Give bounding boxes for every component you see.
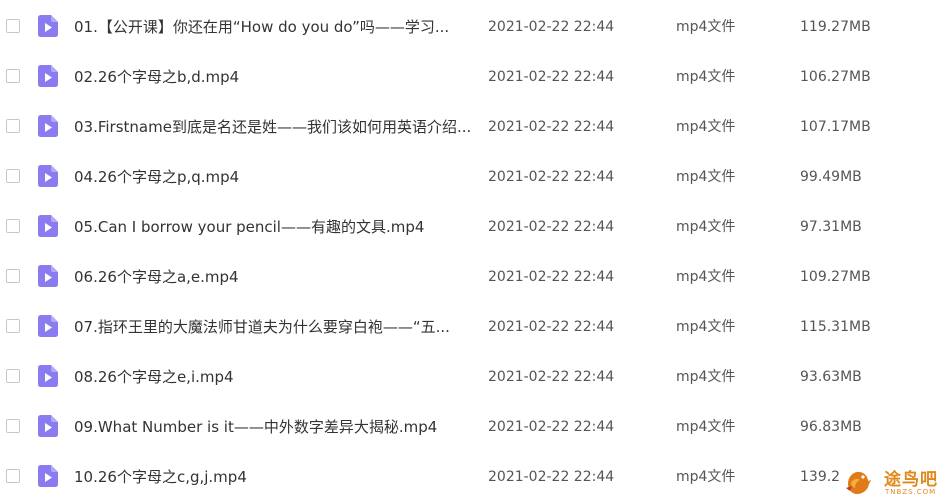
watermark-logo: 途鸟吧 TNBZS.COM [838, 462, 945, 503]
video-file-icon [38, 315, 58, 337]
file-name[interactable]: 09.What Number is it——中外数字差异大揭秘.mp4 [74, 417, 474, 437]
row-checkbox[interactable] [6, 19, 20, 33]
file-row[interactable]: 01.【公开课】你还在用“How do you do”吗——学习... 2021-… [0, 2, 945, 52]
file-type: mp4文件 [676, 119, 736, 135]
file-size: 99.49MB [800, 169, 862, 185]
row-checkbox[interactable] [6, 269, 20, 283]
file-type: mp4文件 [676, 69, 736, 85]
file-type: mp4文件 [676, 19, 736, 35]
file-date: 2021-02-22 22:44 [488, 469, 615, 485]
row-checkbox[interactable] [6, 219, 20, 233]
file-date: 2021-02-22 22:44 [488, 269, 615, 285]
file-type: mp4文件 [676, 369, 736, 385]
file-size: 97.31MB [800, 219, 862, 235]
row-checkbox[interactable] [6, 419, 20, 433]
row-checkbox[interactable] [6, 369, 20, 383]
video-file-icon [38, 15, 58, 37]
file-type: mp4文件 [676, 469, 736, 485]
file-date: 2021-02-22 22:44 [488, 169, 615, 185]
file-date: 2021-02-22 22:44 [488, 319, 615, 335]
video-file-icon [38, 365, 58, 387]
file-size: 93.63MB [800, 369, 862, 385]
bird-logo-icon [846, 471, 871, 494]
video-file-icon [38, 415, 58, 437]
video-file-icon [38, 465, 58, 487]
watermark-text: 途鸟吧 [884, 470, 938, 490]
file-name[interactable]: 10.26个字母之c,g,j.mp4 [74, 467, 474, 487]
file-name[interactable]: 01.【公开课】你还在用“How do you do”吗——学习... [74, 17, 474, 37]
file-size: 96.83MB [800, 419, 862, 435]
file-row[interactable]: 04.26个字母之p,q.mp4 2021-02-22 22:44 mp4文件 99.… [0, 152, 945, 202]
watermark-subtext: TNBZS.COM [885, 488, 937, 496]
file-type: mp4文件 [676, 419, 736, 435]
video-file-icon [38, 165, 58, 187]
row-checkbox[interactable] [6, 319, 20, 333]
file-size: 106.27MB [800, 69, 871, 85]
file-type: mp4文件 [676, 219, 736, 235]
file-date: 2021-02-22 22:44 [488, 419, 615, 435]
file-type: mp4文件 [676, 269, 736, 285]
video-file-icon [38, 265, 58, 287]
file-date: 2021-02-22 22:44 [488, 19, 615, 35]
file-size: 107.17MB [800, 119, 871, 135]
file-size: 115.31MB [800, 319, 871, 335]
file-name[interactable]: 08.26个字母之e,i.mp4 [74, 367, 474, 387]
file-name[interactable]: 05.Can I borrow your pencil——有趣的文具.mp4 [74, 217, 474, 237]
file-name[interactable]: 07.指环王里的大魔法师甘道夫为什么要穿白袍——“五... [74, 317, 474, 337]
file-name[interactable]: 03.Firstname到底是名还是姓——我们该如何用英语介绍... [74, 117, 474, 137]
file-list: 01.【公开课】你还在用“How do you do”吗——学习... 2021-… [0, 2, 945, 502]
file-size: 119.27MB [800, 19, 871, 35]
file-row[interactable]: 08.26个字母之e,i.mp4 2021-02-22 22:44 mp4文件 93.… [0, 352, 945, 402]
file-date: 2021-02-22 22:44 [488, 219, 615, 235]
file-row[interactable]: 03.Firstname到底是名还是姓——我们该如何用英语介绍... 2021-0… [0, 102, 945, 152]
file-size: 109.27MB [800, 269, 871, 285]
file-name[interactable]: 06.26个字母之a,e.mp4 [74, 267, 474, 287]
file-row[interactable]: 06.26个字母之a,e.mp4 2021-02-22 22:44 mp4文件 109… [0, 252, 945, 302]
file-size: 139.2 [800, 469, 841, 485]
file-row[interactable]: 07.指环王里的大魔法师甘道夫为什么要穿白袍——“五... 2021-02-22 … [0, 302, 945, 352]
file-row[interactable]: 10.26个字母之c,g,j.mp4 2021-02-22 22:44 mp4文件 1… [0, 452, 945, 502]
file-type: mp4文件 [676, 319, 736, 335]
file-row[interactable]: 02.26个字母之b,d.mp4 2021-02-22 22:44 mp4文件 106… [0, 52, 945, 102]
file-date: 2021-02-22 22:44 [488, 369, 615, 385]
file-row[interactable]: 05.Can I borrow your pencil——有趣的文具.mp4 20… [0, 202, 945, 252]
row-checkbox[interactable] [6, 69, 20, 83]
file-date: 2021-02-22 22:44 [488, 119, 615, 135]
row-checkbox[interactable] [6, 119, 20, 133]
file-date: 2021-02-22 22:44 [488, 69, 615, 85]
file-name[interactable]: 04.26个字母之p,q.mp4 [74, 167, 474, 187]
file-type: mp4文件 [676, 169, 736, 185]
video-file-icon [38, 65, 58, 87]
file-name[interactable]: 02.26个字母之b,d.mp4 [74, 67, 474, 87]
file-row[interactable]: 09.What Number is it——中外数字差异大揭秘.mp4 2021-… [0, 402, 945, 452]
row-checkbox[interactable] [6, 169, 20, 183]
video-file-icon [38, 115, 58, 137]
video-file-icon [38, 215, 58, 237]
row-checkbox[interactable] [6, 469, 20, 483]
